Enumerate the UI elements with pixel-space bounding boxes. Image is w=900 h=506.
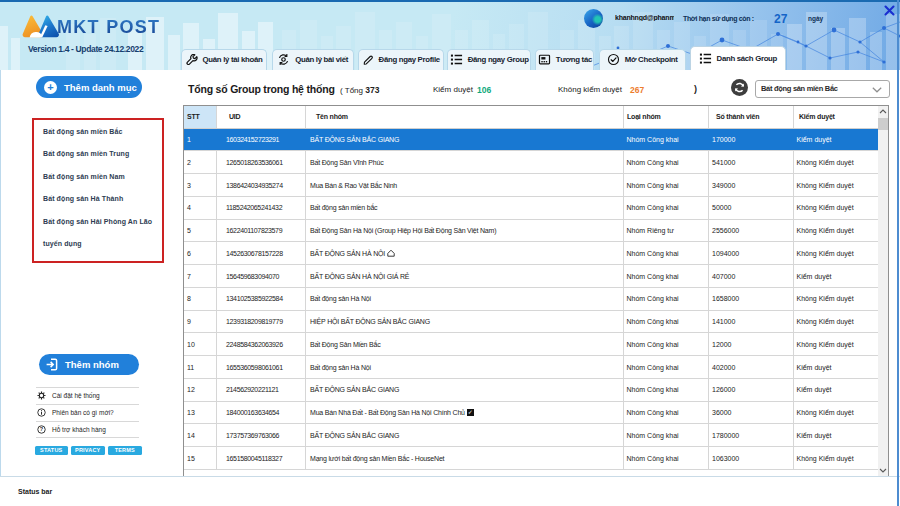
svg-text:?: ?	[40, 426, 44, 432]
